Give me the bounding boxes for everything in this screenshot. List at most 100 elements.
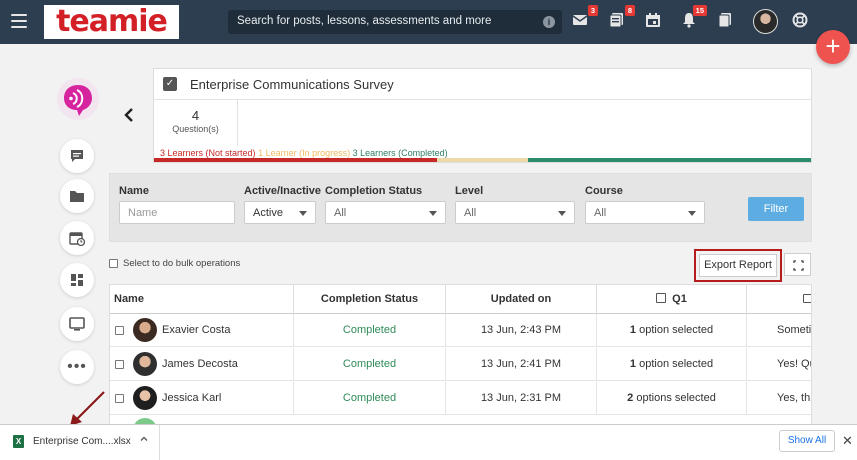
- table-header: Name Completion Status Updated on Q1: [110, 285, 811, 314]
- column-name[interactable]: Name: [110, 285, 294, 314]
- column-updated[interactable]: Updated on: [446, 285, 597, 314]
- level-filter-select[interactable]: All: [455, 201, 575, 224]
- level-filter-label: Level: [455, 185, 484, 197]
- q1-answer[interactable]: 1 option selected: [597, 348, 747, 381]
- learner-name[interactable]: Exavier Costa: [162, 314, 294, 347]
- progress-segment-in-progress: [436, 158, 529, 162]
- table-row[interactable]: Exavier Costa Completed 13 Jun, 2:43 PM …: [110, 314, 811, 347]
- teamie-logo[interactable]: teamie: [44, 5, 179, 39]
- posts-icon: [609, 13, 623, 28]
- rail-schedule-button[interactable]: [60, 221, 94, 255]
- status-completed: 3 Learners (Completed): [352, 148, 448, 158]
- name-filter-placeholder: Name: [128, 207, 158, 219]
- learner-name[interactable]: Jessica Karl: [162, 382, 294, 415]
- course-filter-select[interactable]: All: [585, 201, 705, 224]
- bulk-select[interactable]: Select to do bulk operations: [109, 258, 240, 269]
- question-label: Question(s): [172, 124, 219, 134]
- posts-button[interactable]: 8: [609, 5, 635, 30]
- fullscreen-button[interactable]: [784, 253, 811, 276]
- logo-text: teamie: [56, 4, 168, 39]
- rail-present-button[interactable]: [60, 307, 94, 341]
- add-button[interactable]: +: [816, 30, 850, 64]
- q1-count: 1: [629, 324, 637, 336]
- name-filter-input[interactable]: Name: [119, 201, 235, 224]
- download-item[interactable]: X Enterprise Com....xlsx: [0, 425, 160, 460]
- q1-count: 2: [627, 392, 634, 404]
- column-q2[interactable]: [747, 285, 811, 314]
- completion-filter-label: Completion Status: [325, 185, 423, 197]
- envelope-icon: [572, 15, 588, 25]
- survey-check-icon: ✓: [163, 77, 177, 91]
- chevron-down-icon: [299, 211, 307, 216]
- top-navigation-bar: teamie Search for posts, lessons, assess…: [0, 0, 857, 44]
- dashboard-icon: [71, 274, 83, 286]
- show-all-button[interactable]: Show All: [779, 430, 835, 452]
- responses-table: Name Completion Status Updated on Q1 Exa…: [109, 284, 812, 426]
- user-avatar[interactable]: [753, 9, 778, 34]
- bulk-checkbox[interactable]: [109, 259, 118, 268]
- notifications-badge: 15: [692, 5, 707, 16]
- rail-dashboard-button[interactable]: [60, 263, 94, 297]
- question-count-box: 4 Question(s): [154, 100, 238, 146]
- column-q1[interactable]: Q1: [597, 285, 747, 314]
- chat-icon: [71, 150, 83, 162]
- expand-icon: [793, 260, 804, 271]
- documents-icon: [718, 13, 731, 28]
- row-checkbox[interactable]: [115, 394, 124, 403]
- completion-status: Completed: [294, 382, 446, 415]
- course-filter-value: All: [594, 207, 607, 219]
- updated-on: 13 Jun, 2:43 PM: [446, 314, 597, 347]
- hamburger-menu-icon[interactable]: [11, 14, 27, 28]
- chevron-down-icon: [688, 211, 696, 216]
- learner-name[interactable]: James Decosta: [162, 348, 294, 381]
- survey-header: ✓ Enterprise Communications Survey: [154, 69, 811, 100]
- posts-badge: 8: [624, 5, 635, 16]
- export-highlight: Export Report: [694, 249, 782, 282]
- info-icon[interactable]: i: [543, 16, 555, 28]
- row-checkbox[interactable]: [115, 326, 124, 335]
- messages-badge: 3: [587, 5, 598, 16]
- course-filter-label: Course: [585, 185, 623, 197]
- avatar: [133, 386, 157, 410]
- name-filter-label: Name: [119, 185, 149, 197]
- completion-status: Completed: [294, 348, 446, 381]
- help-button[interactable]: [792, 12, 810, 30]
- bulk-label: Select to do bulk operations: [123, 258, 241, 269]
- rail-discussions-button[interactable]: [60, 139, 94, 173]
- close-icon[interactable]: ✕: [842, 433, 853, 449]
- table-row[interactable]: Jessica Karl Completed 13 Jun, 2:31 PM 2…: [110, 382, 811, 415]
- q1-answer[interactable]: 2 options selected: [597, 382, 747, 415]
- completion-filter-value: All: [334, 207, 347, 219]
- survey-title: Enterprise Communications Survey: [190, 76, 394, 92]
- messages-button[interactable]: 3: [572, 5, 598, 30]
- export-report-button[interactable]: Export Report: [699, 254, 777, 277]
- rail-folder-button[interactable]: [60, 179, 94, 213]
- calendar-button[interactable]: [645, 12, 663, 30]
- download-file-name[interactable]: Enterprise Com....xlsx: [33, 436, 131, 447]
- survey-brand-icon: [55, 77, 101, 123]
- status-not-started: 3 Learners (Not started): [160, 148, 256, 158]
- active-filter-select[interactable]: Active: [244, 201, 316, 224]
- q1-answer[interactable]: 1 option selected: [597, 314, 747, 347]
- documents-button[interactable]: [717, 12, 735, 30]
- learner-progress-bar: [154, 158, 811, 162]
- q2-answer: Yes! Qu: [777, 358, 812, 370]
- plus-icon: +: [825, 31, 841, 61]
- filter-button[interactable]: Filter: [748, 197, 804, 221]
- rail-more-button[interactable]: •••: [60, 350, 94, 384]
- q2-answer: Sometin: [777, 324, 812, 336]
- chevron-up-icon[interactable]: [139, 434, 149, 447]
- lifebuoy-icon: [792, 12, 808, 28]
- completion-filter-select[interactable]: All: [325, 201, 446, 224]
- back-chevron-icon[interactable]: [124, 106, 134, 127]
- notifications-button[interactable]: 15: [681, 5, 707, 30]
- search-input[interactable]: Search for posts, lessons, assessments a…: [228, 10, 562, 34]
- column-completion[interactable]: Completion Status: [294, 285, 446, 314]
- q1-text: option selected: [639, 324, 714, 336]
- row-checkbox[interactable]: [115, 360, 124, 369]
- status-in-progress: 1 Learner (In progress): [258, 148, 351, 158]
- question-count: 4: [191, 108, 200, 123]
- search-placeholder: Search for posts, lessons, assessments a…: [237, 15, 492, 27]
- table-row[interactable]: James Decosta Completed 13 Jun, 2:41 PM …: [110, 348, 811, 381]
- q1-text: option selected: [639, 358, 714, 370]
